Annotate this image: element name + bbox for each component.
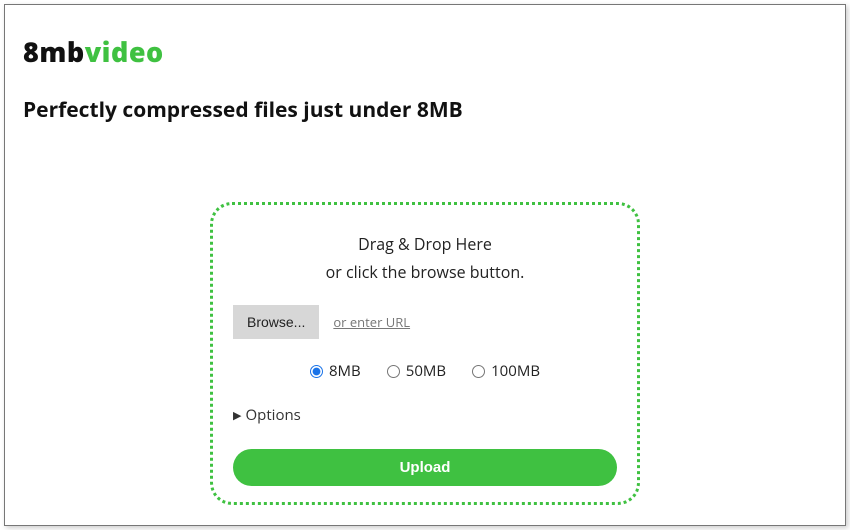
size-label-8mb: 8MB — [329, 361, 361, 381]
size-options: 8MB 50MB 100MB — [233, 361, 617, 381]
tagline: Perfectly compressed files just under 8M… — [23, 96, 827, 124]
app-window: 8mbvideo Perfectly compressed files just… — [4, 4, 846, 526]
dropzone-container: Drag & Drop Here or click the browse but… — [5, 202, 845, 505]
size-radio-50mb[interactable] — [387, 365, 400, 378]
logo-part1: 8mb — [23, 33, 85, 70]
header: 8mbvideo Perfectly compressed files just… — [5, 5, 845, 124]
dropzone-text-line1: Drag & Drop Here — [233, 233, 617, 255]
dropzone[interactable]: Drag & Drop Here or click the browse but… — [210, 202, 640, 505]
size-option-50mb[interactable]: 50MB — [387, 361, 446, 381]
logo-part2: video — [85, 33, 164, 70]
size-option-100mb[interactable]: 100MB — [472, 361, 540, 381]
dropzone-text-line2: or click the browse button. — [233, 261, 617, 283]
options-toggle[interactable]: ▶ Options — [233, 405, 617, 425]
size-option-8mb[interactable]: 8MB — [310, 361, 361, 381]
size-radio-8mb[interactable] — [310, 365, 323, 378]
size-label-50mb: 50MB — [406, 361, 446, 381]
browse-row: Browse... or enter URL — [233, 305, 617, 339]
size-radio-100mb[interactable] — [472, 365, 485, 378]
enter-url-link[interactable]: or enter URL — [333, 313, 410, 331]
upload-button[interactable]: Upload — [233, 449, 617, 486]
browse-button[interactable]: Browse... — [233, 305, 319, 339]
size-label-100mb: 100MB — [491, 361, 540, 381]
chevron-right-icon: ▶ — [233, 408, 241, 423]
logo: 8mbvideo — [23, 33, 827, 70]
options-label: Options — [245, 405, 300, 425]
